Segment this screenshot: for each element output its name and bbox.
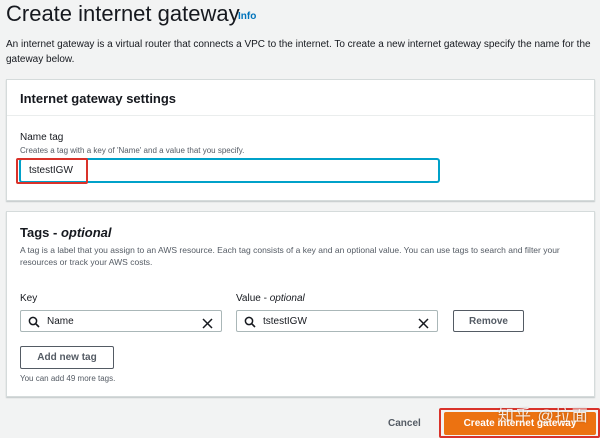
page-description: An internet gateway is a virtual router … [6, 39, 591, 65]
tags-remaining-text: You can add 49 more tags. [20, 374, 116, 383]
search-icon [28, 315, 40, 333]
settings-panel-header: Internet gateway settings [7, 80, 594, 116]
tag-value-value: tstestIGW [263, 316, 307, 327]
name-tag-input[interactable] [20, 159, 439, 182]
settings-panel-title: Internet gateway settings [20, 91, 177, 106]
tag-value-field[interactable]: tstestIGW [236, 310, 438, 332]
clear-icon[interactable] [418, 316, 429, 334]
settings-panel: Internet gateway settings Name tag Creat… [6, 79, 595, 201]
name-tag-hint: Creates a tag with a key of 'Name' and a… [20, 146, 245, 155]
remove-tag-button[interactable]: Remove [453, 310, 524, 332]
tags-panel: Tags - optional A tag is a label that yo… [6, 211, 595, 397]
tag-key-header: Key [20, 293, 38, 304]
tag-key-field[interactable]: Name [20, 310, 222, 332]
tag-value-header-text: Value [236, 293, 261, 304]
page-title: Create internet gateway [6, 1, 240, 26]
tag-value-header: Value - optional [236, 293, 305, 304]
info-link[interactable]: Info [238, 11, 256, 22]
add-new-tag-button[interactable]: Add new tag [20, 346, 114, 369]
tags-description: A tag is a label that you assign to an A… [20, 245, 560, 267]
clear-icon[interactable] [202, 316, 213, 334]
watermark: 知乎 @拉面 [498, 408, 589, 425]
tags-title-optional: optional [60, 225, 112, 240]
search-icon [244, 315, 256, 333]
name-tag-label: Name tag [20, 132, 64, 143]
tags-title-text: Tags [20, 225, 50, 240]
tags-panel-title: Tags - optional [20, 225, 112, 240]
cancel-button[interactable]: Cancel [388, 418, 421, 429]
tag-value-header-optional: optional [269, 293, 305, 304]
tag-key-value: Name [47, 316, 74, 327]
